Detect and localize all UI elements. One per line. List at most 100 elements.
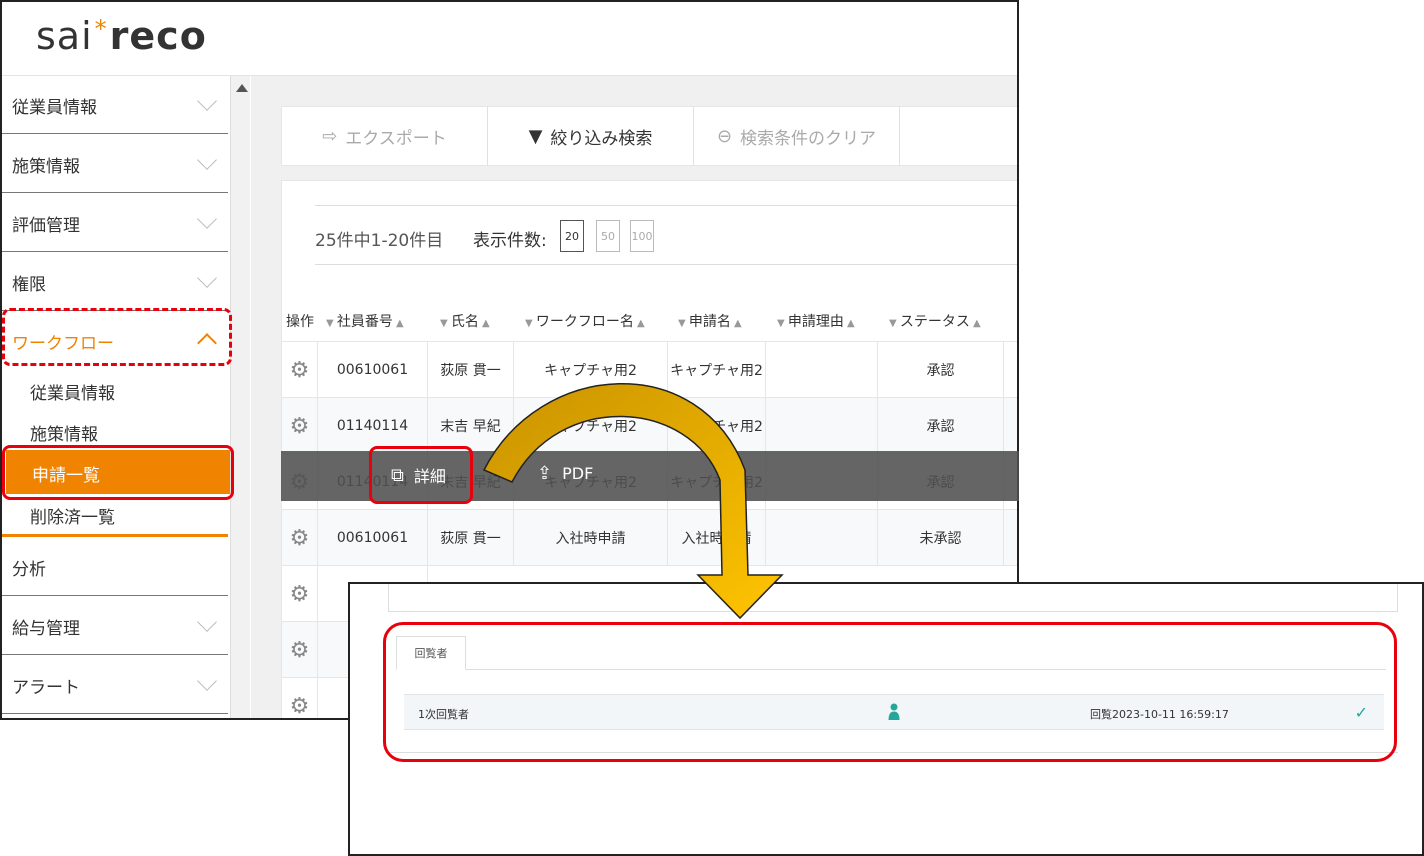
sort-icon: ▲ (969, 318, 981, 329)
sidebar-item-measures[interactable]: 施策情報 (2, 135, 228, 193)
sidebar-item-label: アラート (12, 678, 80, 698)
sidebar-item-payroll[interactable]: 給与管理 (2, 597, 228, 655)
cell-reason (766, 510, 878, 566)
sidebar-sub-measures[interactable]: 施策情報 (30, 420, 98, 445)
chevron-down-icon (197, 268, 217, 288)
row-settings[interactable]: ⚙ (282, 622, 318, 678)
logo-part2: reco (109, 14, 207, 58)
clear-search-label: 検索条件のクリア (740, 128, 877, 149)
cell-workflow: 入社時申請 (514, 510, 668, 566)
header-workflow-label: ワークフロー名 (535, 314, 634, 330)
page-size-50[interactable]: 50 (596, 220, 620, 252)
export-icon: ⇨ (322, 125, 338, 147)
cell-app-name: 入社時申請 (668, 510, 766, 566)
pdf-button[interactable]: ⇪ PDF (537, 463, 593, 484)
sidebar-item-label: 給与管理 (12, 619, 80, 639)
header-emp-no[interactable]: ▼ 社員番号 ▲ (326, 311, 404, 331)
header-status-label: ステータス (899, 314, 970, 330)
table-row[interactable]: ⚙ 00610061 荻原 貫一 キャプチャ用2 キャプチャ用2 承認 (282, 341, 1017, 398)
header-status[interactable]: ▼ ステータス ▲ (889, 311, 981, 331)
sort-icon: ▲ (843, 318, 855, 329)
toolbar: ⇨ エクスポート ▼ 絞り込み検索 ⊖ 検索条件のクリア (281, 106, 1017, 166)
cell-workflow: キャプチャ用2 (514, 398, 668, 454)
gear-icon[interactable]: ⚙ (290, 358, 310, 383)
sidebar-item-label: 従業員情報 (12, 98, 97, 118)
upload-icon: ⇪ (537, 463, 553, 484)
row-settings[interactable]: ⚙ (282, 342, 318, 398)
tab-reader[interactable]: 回覧者 (396, 636, 466, 670)
logo-star: * (94, 15, 108, 43)
sort-icon: ▼ (525, 318, 536, 329)
header-workflow[interactable]: ▼ ワークフロー名 ▲ (525, 311, 645, 331)
gear-icon[interactable]: ⚙ (290, 582, 310, 607)
sort-icon: ▼ (326, 318, 337, 329)
header-app-name-label: 申請名 (688, 314, 731, 330)
header-reason-label: 申請理由 (787, 314, 844, 330)
row-settings[interactable]: ⚙ (282, 678, 318, 719)
header-name[interactable]: ▼ 氏名 ▲ (440, 311, 490, 331)
page-size-100[interactable]: 100 (630, 220, 654, 252)
highlight-detail-button (369, 446, 473, 504)
row-settings[interactable]: ⚙ (282, 566, 318, 622)
sort-icon: ▲ (478, 318, 490, 329)
header-op: 操作 (286, 314, 314, 330)
sort-icon: ▲ (730, 318, 742, 329)
sidebar-item-evaluation[interactable]: 評価管理 (2, 194, 228, 252)
filter-button[interactable]: ▼ 絞り込み検索 (488, 107, 694, 165)
row-settings[interactable]: ⚙ (282, 510, 318, 566)
chevron-down-icon (197, 91, 217, 111)
cell-name: 荻原 貫一 (428, 510, 514, 566)
highlight-application-list (2, 445, 234, 500)
header-reason[interactable]: ▼ 申請理由 ▲ (777, 311, 855, 331)
logo-part1: sai (36, 14, 93, 58)
chevron-down-icon (197, 612, 217, 632)
record-count: 25件中1-20件目 (315, 231, 444, 251)
export-label: エクスポート (345, 128, 447, 149)
cell-status: 承認 (878, 398, 1004, 454)
sort-icon: ▲ (633, 318, 645, 329)
app-header: sai*reco (2, 2, 1017, 76)
header-emp-no-label: 社員番号 (336, 314, 393, 330)
sort-icon: ▼ (777, 318, 788, 329)
highlight-workflow (2, 308, 232, 366)
export-button[interactable]: ⇨ エクスポート (282, 107, 488, 165)
logo[interactable]: sai*reco (36, 14, 207, 58)
row-settings[interactable]: ⚙ (282, 398, 318, 454)
sidebar-scrollbar[interactable] (230, 76, 250, 718)
filter-icon: ▼ (528, 125, 543, 147)
sort-icon: ▼ (678, 318, 689, 329)
workflow-section-divider (2, 534, 228, 537)
cell-reason (766, 342, 878, 398)
cell-app-name: キャプチャ用2 (668, 342, 766, 398)
page-size-20[interactable]: 20 (560, 220, 584, 252)
filter-label: 絞り込み検索 (550, 128, 653, 149)
header-app-name[interactable]: ▼ 申請名 ▲ (678, 311, 742, 331)
sidebar-item-label: 分析 (12, 560, 46, 580)
chevron-down-icon (197, 671, 217, 691)
gear-icon[interactable]: ⚙ (290, 638, 310, 663)
gear-icon[interactable]: ⚙ (290, 694, 310, 719)
sort-icon: ▲ (392, 318, 404, 329)
sidebar-item-alerts[interactable]: アラート (2, 656, 228, 714)
sidebar-item-permissions[interactable]: 権限 (2, 253, 228, 311)
table-row[interactable]: ⚙ 01140114 末吉 早紀 キャプチャ用2 キャプチャ用2 承認 (282, 397, 1017, 454)
highlight-reader-section (383, 622, 1397, 762)
cell-status: 未承認 (878, 510, 1004, 566)
sidebar-item-employee[interactable]: 従業員情報 (2, 76, 228, 134)
detail-top-section (388, 584, 1398, 612)
gear-icon[interactable]: ⚙ (290, 526, 310, 551)
sidebar-item-analysis[interactable]: 分析 (2, 538, 228, 596)
list-summary: 25件中1-20件目 表示件数: 20 50 100 (315, 205, 1017, 265)
cell-workflow: キャプチャ用2 (514, 342, 668, 398)
cell-reason (766, 398, 878, 454)
page-size-label: 表示件数: (473, 231, 547, 251)
sidebar-sub-deleted[interactable]: 削除済一覧 (30, 503, 115, 528)
cell-emp-no: 00610061 (318, 342, 428, 398)
table-header: 操作 ▼ 社員番号 ▲ ▼ 氏名 ▲ ▼ ワークフロー名 ▲ ▼ 申請名 ▲ ▼… (282, 299, 1017, 341)
gear-icon[interactable]: ⚙ (290, 414, 310, 439)
cell-app-name: キャプチャ用2 (668, 398, 766, 454)
clear-search-button[interactable]: ⊖ 検索条件のクリア (694, 107, 900, 165)
sidebar-sub-employee[interactable]: 従業員情報 (30, 379, 115, 404)
scroll-up-icon[interactable] (236, 84, 248, 92)
table-row[interactable]: ⚙ 00610061 荻原 貫一 入社時申請 入社時申請 未承認 (282, 509, 1017, 566)
